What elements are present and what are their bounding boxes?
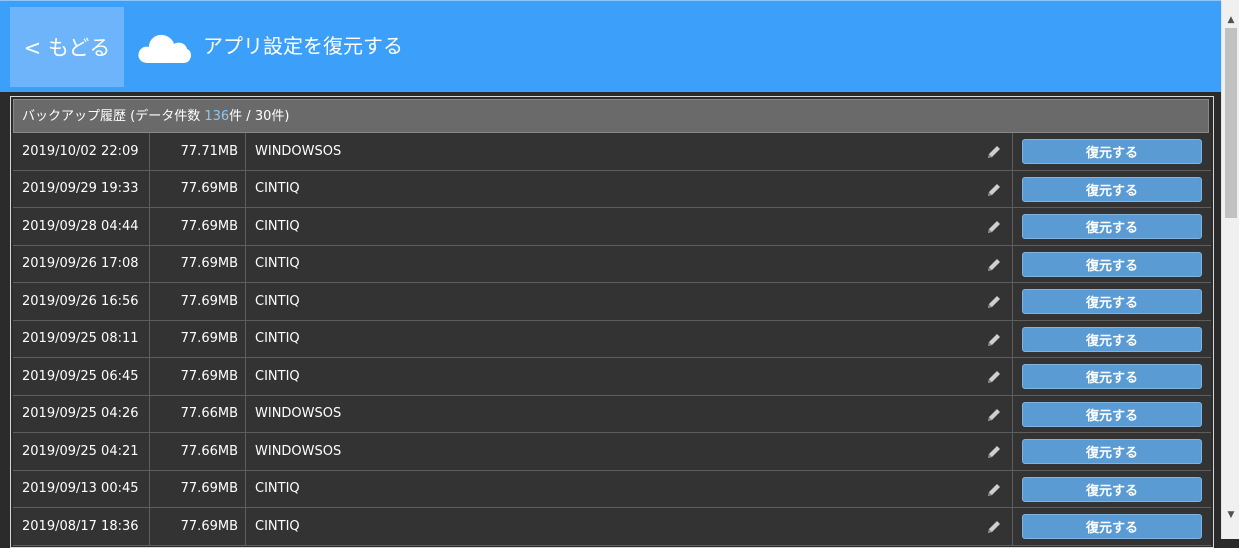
backup-date: 2019/09/26 16:56: [13, 283, 150, 320]
backup-name: CINTIQ: [246, 470, 1013, 507]
backup-history-panel: バックアップ履歴 (データ件数 136件 / 30件) 2019/10/02 2…: [10, 96, 1214, 548]
scroll-up-arrow-icon[interactable]: ▲: [1225, 15, 1237, 25]
table-row: 2019/09/28 04:44 77.69MB CINTIQ 復元する: [13, 208, 1211, 246]
pencil-icon[interactable]: [986, 369, 1002, 385]
pencil-icon[interactable]: [986, 482, 1002, 498]
restore-button[interactable]: 復元する: [1022, 289, 1202, 314]
table-row: 2019/09/25 04:26 77.66MB WINDOWSOS 復元する: [13, 395, 1211, 433]
backup-date: 2019/08/17 18:36: [13, 508, 150, 545]
backup-size: 77.69MB: [150, 170, 246, 207]
backup-list: 2019/10/02 22:09 77.71MB WINDOWSOS 復元する 2019…: [13, 133, 1211, 546]
backup-date: 2019/09/28 04:44: [13, 208, 150, 245]
backup-date: 2019/09/26 17:08: [13, 245, 150, 282]
backup-date: 2019/09/25 06:45: [13, 358, 150, 395]
pencil-icon[interactable]: [986, 332, 1002, 348]
backup-date: 2019/09/25 08:11: [13, 320, 150, 357]
record-count: 136: [204, 109, 230, 124]
restore-button[interactable]: 復元する: [1022, 401, 1202, 427]
backup-name: WINDOWSOS: [246, 133, 1013, 170]
table-row: 2019/09/26 17:08 77.69MB CINTIQ 復元する: [13, 245, 1211, 283]
pencil-icon[interactable]: [986, 444, 1002, 460]
panel-heading: バックアップ履歴 (データ件数 136件 / 30件): [13, 99, 1209, 133]
backup-size: 77.69MB: [150, 358, 246, 395]
pencil-icon[interactable]: [986, 144, 1002, 160]
heading-suffix: 件 / 30件): [229, 109, 290, 124]
backup-size: 77.69MB: [150, 245, 246, 282]
page-title: アプリ設定を復元する: [203, 34, 403, 58]
restore-button[interactable]: 復元する: [1022, 476, 1202, 502]
backup-size: 77.66MB: [150, 433, 246, 470]
backup-date: 2019/09/13 00:45: [13, 470, 150, 507]
backup-date: 2019/10/02 22:09: [13, 133, 150, 170]
pencil-icon[interactable]: [986, 257, 1002, 273]
pencil-icon[interactable]: [986, 519, 1002, 535]
backup-date: 2019/09/25 04:26: [13, 395, 150, 432]
table-row: 2019/08/17 18:36 77.69MB CINTIQ 復元する: [13, 508, 1211, 546]
restore-button[interactable]: 復元する: [1022, 439, 1202, 464]
restore-button[interactable]: 復元する: [1022, 326, 1202, 352]
backup-name: CINTIQ: [246, 245, 1013, 282]
backup-date: 2019/09/25 04:21: [13, 433, 150, 470]
restore-button[interactable]: 復元する: [1022, 514, 1202, 539]
backup-size: 77.71MB: [150, 133, 246, 170]
backup-name: CINTIQ: [246, 170, 1013, 207]
restore-button[interactable]: 復元する: [1022, 139, 1202, 164]
pencil-icon[interactable]: [986, 182, 1002, 198]
backup-date: 2019/09/29 19:33: [13, 170, 150, 207]
app-header: < もどる アプリ設定を復元する: [0, 0, 1221, 92]
page-scrollbar[interactable]: ▲ ▼: [1221, 0, 1239, 539]
pencil-icon[interactable]: [986, 294, 1002, 310]
heading-prefix: バックアップ履歴 (データ件数: [22, 109, 205, 124]
backup-name: CINTIQ: [246, 208, 1013, 245]
restore-button[interactable]: 復元する: [1022, 364, 1202, 389]
scroll-down-arrow-icon[interactable]: ▼: [1225, 510, 1237, 520]
backup-size: 77.69MB: [150, 508, 246, 545]
table-row: 2019/09/25 06:45 77.69MB CINTIQ 復元する: [13, 358, 1211, 396]
backup-size: 77.66MB: [150, 395, 246, 432]
restore-button[interactable]: 復元する: [1022, 176, 1202, 202]
scrollbar-thumb[interactable]: [1225, 28, 1237, 218]
backup-size: 77.69MB: [150, 283, 246, 320]
backup-name: CINTIQ: [246, 283, 1013, 320]
table-row: 2019/09/25 04:21 77.66MB WINDOWSOS 復元する: [13, 433, 1211, 471]
pencil-icon[interactable]: [986, 407, 1002, 423]
table-row: 2019/09/13 00:45 77.69MB CINTIQ 復元する: [13, 470, 1211, 508]
back-button[interactable]: < もどる: [10, 7, 124, 87]
backup-name: CINTIQ: [246, 358, 1013, 395]
backup-size: 77.69MB: [150, 208, 246, 245]
backup-name: CINTIQ: [246, 508, 1013, 545]
backup-size: 77.69MB: [150, 320, 246, 357]
table-row: 2019/10/02 22:09 77.71MB WINDOWSOS 復元する: [13, 133, 1211, 171]
table-row: 2019/09/25 08:11 77.69MB CINTIQ 復元する: [13, 320, 1211, 358]
table-row: 2019/09/29 19:33 77.69MB CINTIQ 復元する: [13, 170, 1211, 208]
pencil-icon[interactable]: [986, 219, 1002, 235]
backup-size: 77.69MB: [150, 470, 246, 507]
cloud-icon: [138, 34, 191, 63]
table-row: 2019/09/26 16:56 77.69MB CINTIQ 復元する: [13, 283, 1211, 321]
backup-name: CINTIQ: [246, 320, 1013, 357]
backup-name: WINDOWSOS: [246, 395, 1013, 432]
restore-button[interactable]: 復元する: [1022, 214, 1202, 239]
backup-name: WINDOWSOS: [246, 433, 1013, 470]
restore-button[interactable]: 復元する: [1022, 251, 1202, 277]
